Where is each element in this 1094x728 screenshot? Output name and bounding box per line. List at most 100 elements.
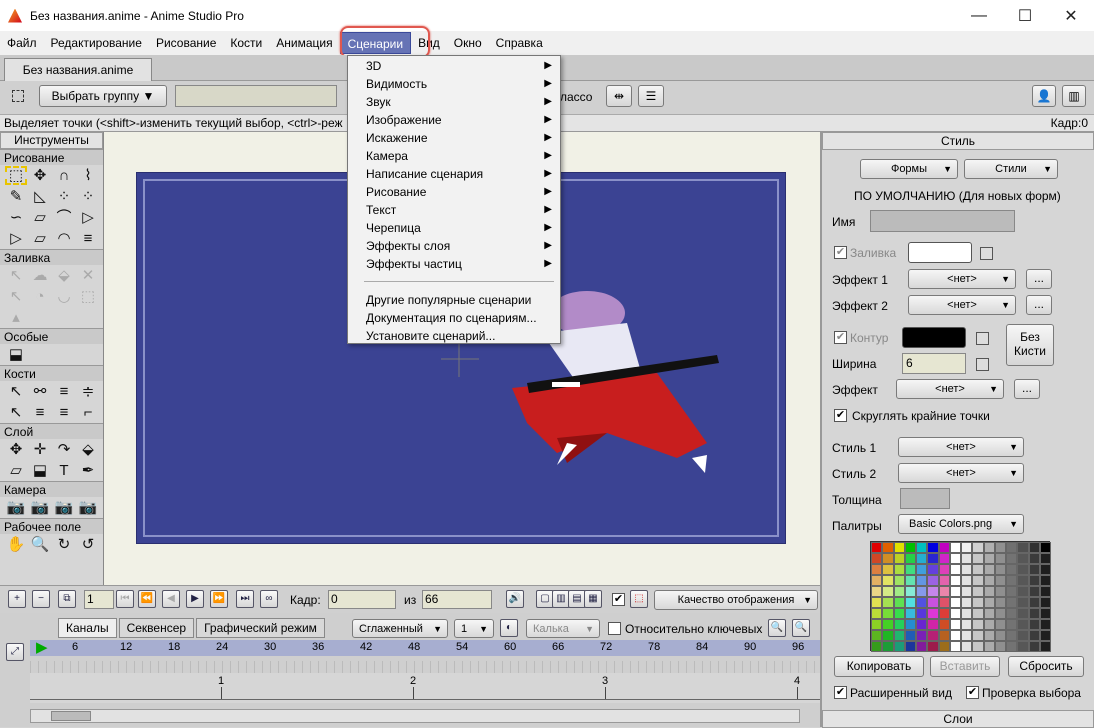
palette-swatch[interactable] <box>961 630 973 641</box>
timeline-tab[interactable]: Графический режим <box>196 618 325 638</box>
tool-icon[interactable]: ⚯ <box>28 381 52 402</box>
menu-1[interactable]: Редактирование <box>44 32 149 54</box>
tool-icon[interactable]: ◔ <box>28 286 52 307</box>
tool-icon[interactable]: ↖ <box>4 381 28 402</box>
tool-icon[interactable]: ⬙ <box>52 265 76 286</box>
palette-swatch[interactable] <box>893 608 905 619</box>
palette-swatch[interactable] <box>949 608 961 619</box>
palette-swatch[interactable] <box>916 553 928 564</box>
tool-icon[interactable]: ↻ <box>52 534 76 555</box>
palette-swatch[interactable] <box>961 564 973 575</box>
palette-swatch[interactable] <box>994 630 1006 641</box>
palette-swatch[interactable] <box>949 542 961 553</box>
palette-swatch[interactable] <box>927 597 939 608</box>
scripts-command-item[interactable]: Другие популярные сценарии <box>348 291 560 309</box>
palette-swatch[interactable] <box>1039 619 1051 630</box>
palette-swatch[interactable] <box>893 641 905 652</box>
menu-2[interactable]: Рисование <box>149 32 223 54</box>
thickness-field[interactable] <box>900 488 950 509</box>
palette-swatch[interactable] <box>961 641 973 652</box>
palette-swatch[interactable] <box>871 619 883 630</box>
palette-swatch[interactable] <box>972 542 984 553</box>
palette-swatch[interactable] <box>1017 575 1029 586</box>
palette-swatch[interactable] <box>994 586 1006 597</box>
tool-icon[interactable]: ▱ <box>28 207 52 228</box>
palette-swatch[interactable] <box>916 619 928 630</box>
palette-swatch[interactable] <box>1028 630 1040 641</box>
effect1-dropdown[interactable]: <нет> <box>908 269 1016 289</box>
palette-swatch[interactable] <box>1039 542 1051 553</box>
palette-swatch[interactable] <box>882 641 894 652</box>
tool-icon[interactable]: ≡ <box>52 381 76 402</box>
palette-swatch[interactable] <box>972 641 984 652</box>
timeline-expand-icon[interactable]: ⤢ <box>6 643 24 661</box>
palette-swatch[interactable] <box>961 553 973 564</box>
palette-swatch[interactable] <box>893 553 905 564</box>
tool-icon[interactable]: 📷 <box>76 497 100 518</box>
tool-icon[interactable]: ↷ <box>52 439 76 460</box>
shapes-dropdown[interactable]: Формы <box>860 159 958 179</box>
palette-swatch[interactable] <box>983 619 995 630</box>
palette-swatch[interactable] <box>949 586 961 597</box>
palette-swatch[interactable] <box>972 597 984 608</box>
palette-swatch[interactable] <box>994 542 1006 553</box>
palette-swatch[interactable] <box>893 542 905 553</box>
tool-icon[interactable]: ↖ <box>4 265 28 286</box>
palette-swatch[interactable] <box>1039 586 1051 597</box>
menu-3[interactable]: Кости <box>223 32 269 54</box>
palette-swatch[interactable] <box>949 619 961 630</box>
width-field[interactable]: 6 <box>902 353 966 374</box>
effect2-more-button[interactable]: ... <box>1026 295 1052 315</box>
scripts-submenu-item[interactable]: Эффекты слоя ▶ <box>348 237 560 255</box>
quality-dropdown[interactable]: Качество отображения <box>654 590 818 610</box>
palette-swatch[interactable] <box>938 553 950 564</box>
palette-swatch[interactable] <box>916 542 928 553</box>
palette-swatch[interactable] <box>1039 553 1051 564</box>
palette-swatch[interactable] <box>882 630 894 641</box>
tool-icon[interactable]: ◠ <box>52 228 76 249</box>
palette-swatch[interactable] <box>994 608 1006 619</box>
palette-swatch[interactable] <box>882 608 894 619</box>
palette-swatch[interactable] <box>983 597 995 608</box>
palette-swatch[interactable] <box>949 564 961 575</box>
scripts-submenu-item[interactable]: Текст ▶ <box>348 201 560 219</box>
palette-swatch[interactable] <box>983 553 995 564</box>
palette-swatch[interactable] <box>938 619 950 630</box>
palette-swatch[interactable] <box>1006 575 1018 586</box>
timeline-tab[interactable]: Секвенсер <box>118 618 195 638</box>
palette-swatch[interactable] <box>1039 597 1051 608</box>
palette-swatch[interactable] <box>871 597 883 608</box>
tool-icon[interactable]: ⬚ <box>4 165 28 186</box>
scripts-submenu-item[interactable]: Эффекты частиц ▶ <box>348 255 560 273</box>
palette-swatch[interactable] <box>882 586 894 597</box>
palette-swatch[interactable] <box>1006 586 1018 597</box>
palette-swatch[interactable] <box>972 575 984 586</box>
palette-swatch[interactable] <box>1017 553 1029 564</box>
tool-icon[interactable]: T <box>52 460 76 481</box>
palette-swatch[interactable] <box>904 641 916 652</box>
palette-swatch[interactable] <box>882 575 894 586</box>
style2-dropdown[interactable]: <нет> <box>898 463 1024 483</box>
palette-swatch[interactable] <box>882 564 894 575</box>
scripts-command-item[interactable]: Документация по сценариям... <box>348 309 560 327</box>
expanded-view-checkbox[interactable]: ✔ <box>834 686 847 699</box>
palette-swatch[interactable] <box>904 542 916 553</box>
menu-7[interactable]: Окно <box>447 32 489 54</box>
effect1-more-button[interactable]: ... <box>1026 269 1052 289</box>
palette-swatch[interactable] <box>882 542 894 553</box>
tool-icon[interactable]: ▴ <box>4 307 28 328</box>
total-frames-field[interactable]: 66 <box>422 590 492 609</box>
palette-swatch[interactable] <box>904 597 916 608</box>
palette-swatch[interactable] <box>882 597 894 608</box>
palette-swatch[interactable] <box>983 564 995 575</box>
tool-icon[interactable]: ⌒ <box>52 207 76 228</box>
menu-8[interactable]: Справка <box>489 32 550 54</box>
palette-swatch[interactable] <box>1028 542 1040 553</box>
palette-swatch[interactable] <box>916 564 928 575</box>
palette-swatch[interactable] <box>927 608 939 619</box>
tool-icon[interactable]: ▷ <box>4 228 28 249</box>
maximize-button[interactable]: ☐ <box>1002 0 1048 31</box>
tool-icon[interactable]: ∽ <box>4 207 28 228</box>
palette-swatch[interactable] <box>871 608 883 619</box>
outline-effect-more-button[interactable]: ... <box>1014 379 1040 399</box>
